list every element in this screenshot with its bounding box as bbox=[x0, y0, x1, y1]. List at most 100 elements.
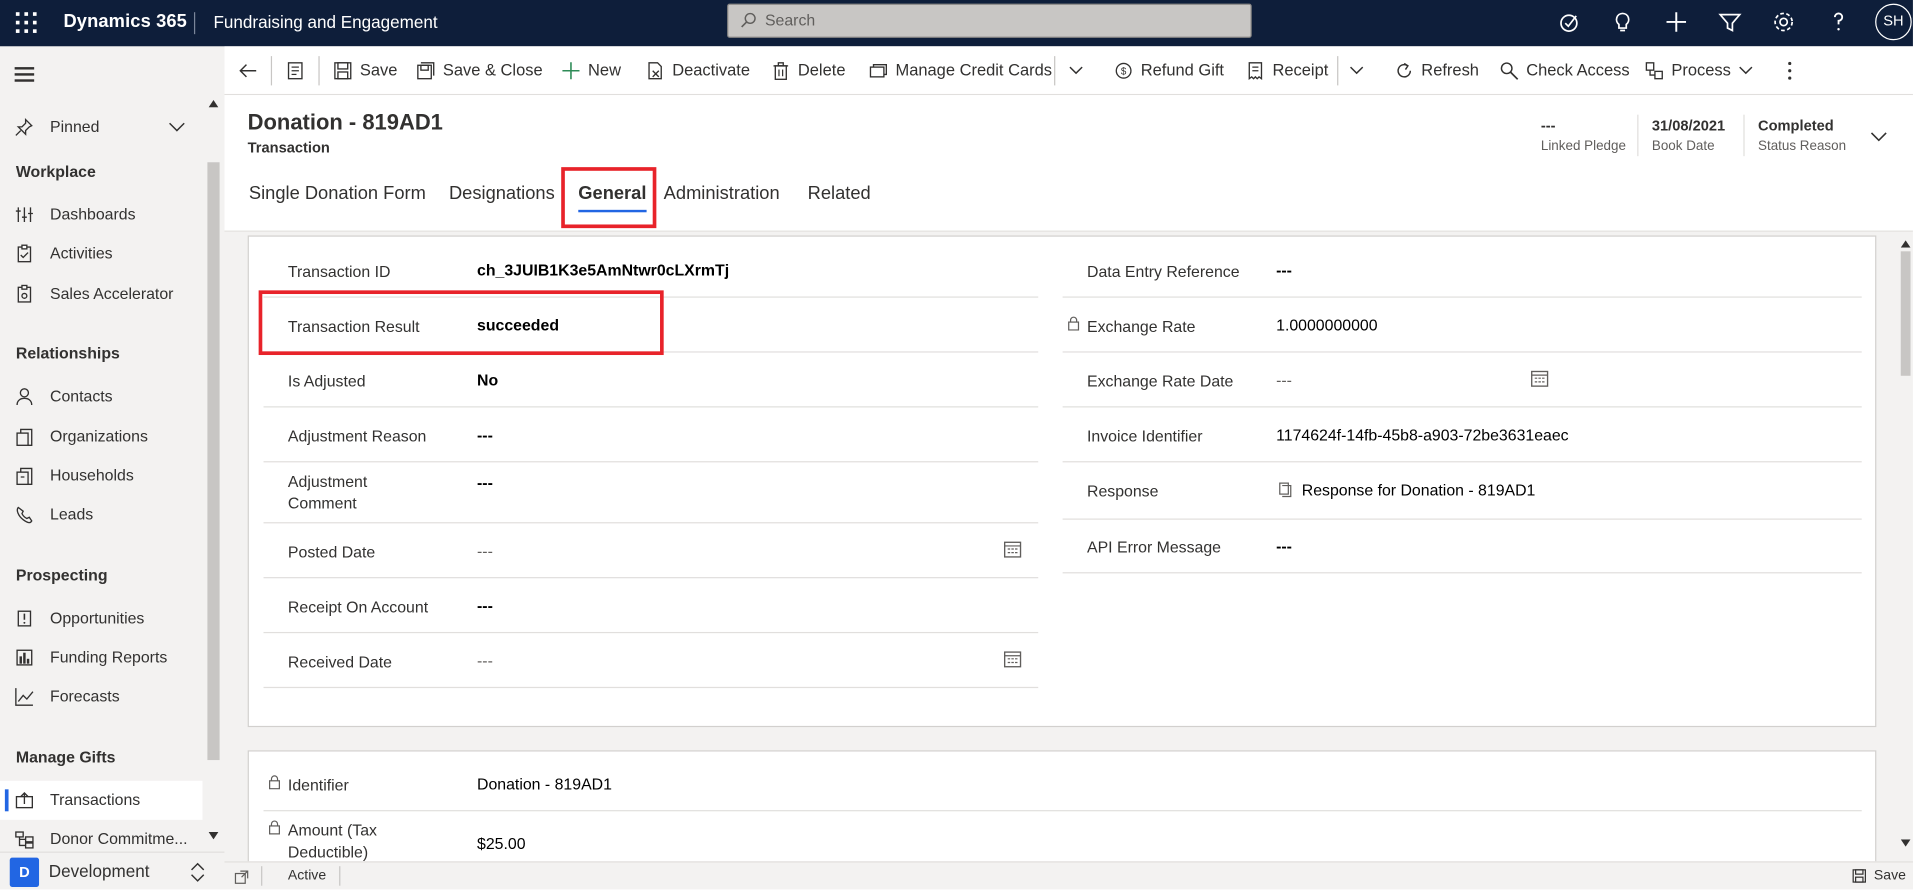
header-field-value: 31/08/2021 bbox=[1651, 117, 1726, 135]
calendar-icon[interactable] bbox=[1003, 649, 1023, 669]
nav-item-organizations[interactable]: Organizations bbox=[0, 417, 203, 456]
filter-icon[interactable] bbox=[1715, 7, 1744, 36]
header-field-status-reason[interactable]: Completed Status Reason bbox=[1758, 117, 1846, 154]
field-api-error-message[interactable]: API Error Message --- bbox=[1062, 520, 1862, 574]
field-value[interactable]: --- bbox=[477, 597, 493, 615]
scroll-down-arrow-icon[interactable] bbox=[1900, 839, 1911, 847]
field-is-adjusted[interactable]: Is Adjusted No bbox=[263, 354, 1039, 408]
new-button[interactable]: New bbox=[561, 46, 621, 95]
gear-icon[interactable] bbox=[1769, 7, 1798, 36]
chevron-down-icon[interactable] bbox=[1349, 66, 1364, 76]
calendar-icon[interactable] bbox=[1530, 368, 1550, 388]
field-amount-tax-deductible[interactable]: Amount (Tax Deductible) $25.00 bbox=[264, 813, 1862, 862]
more-commands-icon[interactable] bbox=[1786, 60, 1793, 82]
pin-icon bbox=[15, 117, 33, 136]
nav-item-contacts[interactable]: Contacts bbox=[0, 377, 203, 416]
field-received-date[interactable]: Received Date --- bbox=[263, 634, 1039, 689]
manage-credit-cards-button[interactable]: Manage Credit Cards bbox=[869, 46, 1052, 95]
field-value[interactable]: --- bbox=[477, 651, 493, 669]
calendar-icon[interactable] bbox=[1003, 539, 1023, 559]
field-value[interactable]: --- bbox=[477, 426, 493, 444]
field-exchange-rate-date[interactable]: Exchange Rate Date --- bbox=[1062, 354, 1862, 408]
nav-scrollbar[interactable] bbox=[205, 95, 222, 861]
nav-item-households[interactable]: Households bbox=[0, 456, 203, 495]
field-value[interactable]: --- bbox=[1276, 371, 1292, 389]
scroll-down-arrow-icon[interactable] bbox=[208, 832, 219, 840]
save-close-button[interactable]: Save & Close bbox=[416, 46, 543, 95]
form-view-icon[interactable] bbox=[285, 61, 305, 81]
field-label: Response bbox=[1087, 481, 1159, 501]
environment-switcher[interactable]: D Development bbox=[0, 851, 225, 890]
nav-item-label: Donor Commitme... bbox=[50, 829, 188, 848]
deactivate-button[interactable]: Deactivate bbox=[645, 46, 750, 95]
nav-item-opportunities[interactable]: Opportunities bbox=[0, 599, 203, 638]
plus-icon[interactable] bbox=[1662, 7, 1691, 36]
field-value[interactable]: No bbox=[477, 371, 498, 389]
lightbulb-icon[interactable] bbox=[1608, 7, 1637, 36]
field-receipt-on-account[interactable]: Receipt On Account --- bbox=[263, 580, 1039, 634]
app-name[interactable]: Fundraising and Engagement bbox=[214, 12, 438, 32]
nav-item-sales-accelerator[interactable]: Sales Accelerator bbox=[0, 275, 203, 314]
status-save-button[interactable]: Save bbox=[1852, 866, 1906, 886]
nav-item-dashboards[interactable]: Dashboards bbox=[0, 195, 203, 234]
tab-administration[interactable]: Administration bbox=[664, 183, 780, 204]
expand-header-chevron-icon[interactable] bbox=[1870, 132, 1887, 143]
open-in-new-window-icon[interactable] bbox=[234, 870, 249, 885]
annotation-highlight-tab bbox=[561, 167, 657, 229]
nav-pinned[interactable]: Pinned bbox=[0, 107, 203, 146]
status-divider bbox=[339, 866, 341, 886]
scroll-up-arrow-icon[interactable] bbox=[1900, 240, 1911, 248]
response-lookup-link[interactable]: Response for Donation - 819AD1 bbox=[1302, 481, 1536, 499]
commitment-icon bbox=[15, 831, 34, 849]
process-button[interactable]: Process bbox=[1645, 46, 1753, 95]
nav-item-forecasts[interactable]: Forecasts bbox=[0, 677, 203, 716]
tab-single-donation-form[interactable]: Single Donation Form bbox=[249, 183, 426, 204]
field-adjustment-comment[interactable]: Adjustment Comment --- bbox=[263, 464, 1039, 524]
nav-item-funding-reports[interactable]: Funding Reports bbox=[0, 638, 203, 677]
field-value[interactable]: ch_3JUIB1K3e5AmNtwr0cLXrmTj bbox=[477, 261, 729, 279]
field-value[interactable]: --- bbox=[1276, 537, 1292, 555]
save-button[interactable]: Save bbox=[333, 46, 397, 95]
field-exchange-rate[interactable]: Exchange Rate 1.0000000000 bbox=[1062, 299, 1862, 353]
app-launcher-icon[interactable] bbox=[15, 12, 37, 33]
expand-collapse-icon bbox=[191, 862, 205, 882]
form-scrollbar[interactable] bbox=[1898, 232, 1913, 862]
receipt-button[interactable]: Receipt bbox=[1246, 46, 1328, 95]
refresh-button[interactable]: Refresh bbox=[1394, 46, 1479, 95]
tab-related[interactable]: Related bbox=[808, 183, 871, 204]
search-input[interactable]: Search bbox=[727, 3, 1252, 38]
field-invoice-identifier[interactable]: Invoice Identifier 1174624f-14fb-45b8-a9… bbox=[1062, 409, 1862, 463]
check-access-button[interactable]: Check Access bbox=[1499, 46, 1630, 95]
scroll-up-arrow-icon[interactable] bbox=[208, 100, 219, 108]
header-divider bbox=[1743, 114, 1745, 157]
help-icon[interactable] bbox=[1824, 7, 1853, 36]
header-field-book-date[interactable]: 31/08/2021 Book Date bbox=[1652, 117, 1725, 154]
field-data-entry-reference[interactable]: Data Entry Reference --- bbox=[1062, 244, 1862, 298]
field-value[interactable]: --- bbox=[477, 473, 493, 491]
nav-item-activities[interactable]: Activities bbox=[0, 234, 203, 273]
field-value[interactable]: --- bbox=[1276, 261, 1292, 279]
refund-gift-button[interactable]: $ Refund Gift bbox=[1114, 46, 1224, 95]
nav-scroll-thumb[interactable] bbox=[207, 162, 220, 761]
nav-item-transactions[interactable]: Transactions bbox=[0, 780, 203, 820]
general-section: Transaction ID ch_3JUIB1K3e5AmNtwr0cLXrm… bbox=[247, 235, 1877, 728]
header-field-linked-pledge[interactable]: --- Linked Pledge bbox=[1541, 117, 1626, 154]
brand-name[interactable]: Dynamics 365 bbox=[63, 11, 187, 32]
task-check-icon[interactable] bbox=[1556, 7, 1585, 36]
receipt-icon bbox=[1248, 62, 1263, 81]
field-value[interactable]: 1174624f-14fb-45b8-a903-72be3631eaec bbox=[1276, 426, 1568, 444]
field-value[interactable]: --- bbox=[477, 542, 493, 560]
tab-designations[interactable]: Designations bbox=[449, 183, 555, 204]
user-avatar[interactable]: SH bbox=[1875, 3, 1912, 41]
nav-item-leads[interactable]: Leads bbox=[0, 495, 203, 534]
back-arrow-icon[interactable] bbox=[238, 61, 258, 81]
form-scroll-thumb[interactable] bbox=[1900, 251, 1911, 376]
chevron-down-icon[interactable] bbox=[1069, 66, 1084, 76]
field-posted-date[interactable]: Posted Date --- bbox=[263, 525, 1039, 579]
field-response[interactable]: Response Response for Donation - 819AD1 bbox=[1062, 464, 1862, 520]
field-identifier[interactable]: Identifier Donation - 819AD1 bbox=[263, 758, 1862, 812]
field-adjustment-reason[interactable]: Adjustment Reason --- bbox=[263, 409, 1039, 463]
hamburger-menu-icon[interactable] bbox=[14, 67, 35, 85]
delete-button[interactable]: Delete bbox=[771, 46, 845, 95]
nav-section-relationships: Relationships bbox=[15, 344, 120, 363]
